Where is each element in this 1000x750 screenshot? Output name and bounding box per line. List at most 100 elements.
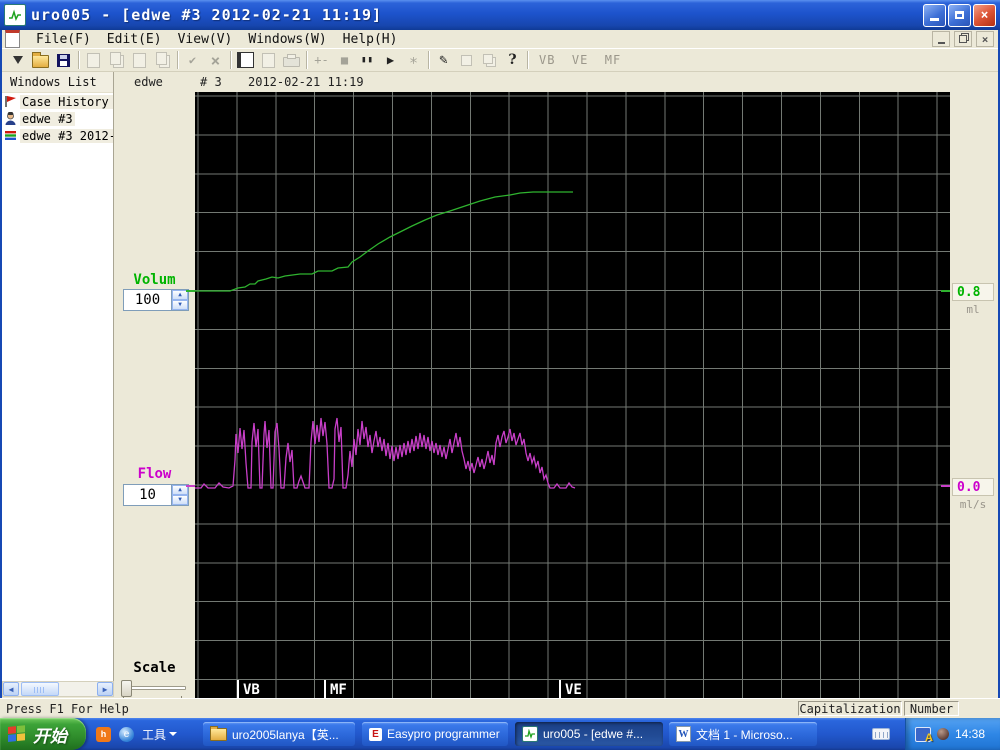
tool-button-1[interactable]: [455, 50, 478, 71]
menu-edit[interactable]: Edit(E): [99, 30, 170, 48]
hao-icon[interactable]: h: [96, 726, 111, 742]
marker-group-labels[interactable]: VB VE MF: [531, 53, 621, 67]
volume-speaker-icon[interactable]: [937, 728, 949, 740]
new-page-icon: [87, 52, 100, 68]
report-button[interactable]: [234, 50, 257, 71]
taskbar-task-folder[interactable]: uro2005lanya【英...: [203, 722, 355, 746]
title-bar: uro005 - [edwe #3 2012-02-21 11:19] ×: [0, 0, 1000, 30]
auto-button[interactable]: ∗: [402, 50, 425, 71]
play-button[interactable]: ▶: [379, 50, 402, 71]
menu-view[interactable]: View(V): [170, 30, 241, 48]
menu-windows[interactable]: Windows(W): [240, 30, 334, 48]
caps-lock-panel: Capitalization: [798, 701, 902, 716]
paste-button[interactable]: [128, 50, 151, 71]
marker-tool-button[interactable]: [6, 50, 29, 71]
close-button[interactable]: ×: [973, 3, 996, 27]
window-title: uro005 - [edwe #3 2012-02-21 11:19]: [31, 6, 383, 24]
mdi-close-icon: ×: [981, 32, 989, 46]
uro005-window: uro005 - [edwe #3 2012-02-21 11:19] × Fi…: [0, 0, 1000, 750]
svg-text:MF: MF: [330, 682, 347, 698]
mdi-close-button[interactable]: ×: [976, 31, 994, 47]
app-icon: [4, 4, 26, 26]
sidebar-item-case-history[interactable]: Case History Da: [2, 93, 113, 110]
tools-label: 工具: [142, 727, 167, 742]
easypro-icon: E: [369, 727, 382, 741]
volume-unit: ml: [966, 303, 980, 316]
flow-scale-value[interactable]: 10: [124, 485, 171, 505]
mdi-minimize-button[interactable]: [932, 31, 950, 47]
scale-slider-thumb[interactable]: [121, 680, 132, 697]
spin-down-button[interactable]: ▼: [172, 300, 188, 310]
duplicate-icon: [155, 52, 167, 65]
pause-button[interactable]: ▮▮: [356, 50, 379, 71]
scale-label: Scale: [133, 660, 176, 676]
open-button[interactable]: [29, 50, 52, 71]
volume-scale-value[interactable]: 100: [124, 290, 171, 310]
windows-list-panel: Windows List Case History Da edwe #3 edw…: [2, 72, 114, 681]
flow-unit: ml/s: [959, 498, 987, 511]
toolbar-separator: [428, 51, 429, 69]
taskbar-task-word[interactable]: W 文档 1 - Microso...: [669, 722, 817, 746]
document-icon: [5, 30, 20, 48]
taskbar: 开始 h e 工具 uro2005lanya【英... E Easypro pr…: [0, 718, 1000, 750]
browser-icon[interactable]: e: [119, 726, 134, 742]
start-label: 开始: [33, 726, 67, 746]
minimize-icon: [930, 18, 939, 21]
svg-text:VB: VB: [243, 682, 260, 698]
edit-record-button[interactable]: ✔: [181, 50, 204, 71]
flow-label: Flow: [137, 466, 172, 482]
flow-scale-spinner[interactable]: 10 ▲ ▼: [123, 484, 189, 506]
chevron-down-icon: [169, 732, 178, 736]
scroll-right-button[interactable]: ▶: [97, 682, 113, 696]
sidebar-item-patient[interactable]: edwe #3: [2, 110, 113, 127]
person-icon: [5, 112, 16, 125]
arrow-up-icon: ▲: [178, 486, 182, 493]
tools-menu[interactable]: 工具: [142, 726, 178, 743]
volume-scale-spinner[interactable]: 100 ▲ ▼: [123, 289, 189, 311]
arrow-right-icon: ▶: [102, 684, 108, 694]
annotate-button[interactable]: ✎: [432, 50, 455, 71]
chart-canvas: VB MF VE: [195, 92, 950, 698]
open-folder-icon: [32, 52, 49, 68]
spin-down-button[interactable]: ▼: [172, 495, 188, 505]
status-help-text: Press F1 For Help: [6, 702, 129, 716]
menu-help[interactable]: Help(H): [335, 30, 406, 48]
notebook-icon: [237, 52, 254, 68]
language-indicator-icon[interactable]: A: [915, 726, 933, 743]
input-method-keyboard-icon[interactable]: [872, 728, 890, 740]
folder-icon: [210, 725, 227, 741]
maximize-icon: [955, 11, 964, 19]
task-label: 文档 1 - Microso...: [696, 727, 793, 742]
delete-button[interactable]: ×: [204, 50, 227, 71]
taskbar-task-uro005[interactable]: uro005 - [edwe #...: [515, 722, 663, 746]
toolbar-separator: [177, 51, 178, 69]
system-tray: A 14:38: [905, 718, 1000, 750]
uro005-app-icon: [522, 726, 538, 742]
new-button[interactable]: [82, 50, 105, 71]
clock[interactable]: 14:38: [955, 727, 985, 741]
scrollbar-thumb[interactable]: [21, 682, 59, 696]
flag-icon: [5, 96, 16, 107]
scroll-left-button[interactable]: ◀: [3, 682, 19, 696]
mdi-restore-button[interactable]: [954, 31, 972, 47]
taskbar-task-easypro[interactable]: E Easypro programmer: [362, 722, 508, 746]
help-button[interactable]: ?: [501, 50, 524, 71]
zero-adjust-button[interactable]: +-: [310, 50, 333, 71]
sidebar-item-study[interactable]: edwe #3 2012-02: [2, 127, 113, 144]
report-icon: [5, 131, 16, 140]
print-preview-button[interactable]: [257, 50, 280, 71]
toolbar-separator: [527, 51, 528, 69]
stop-button[interactable]: ■: [333, 50, 356, 71]
maximize-button[interactable]: [948, 3, 971, 27]
tool-button-2[interactable]: [478, 50, 501, 71]
copy-button[interactable]: [105, 50, 128, 71]
save-button[interactable]: [52, 50, 75, 71]
menu-file[interactable]: File(F): [28, 30, 99, 48]
volume-readout: 0.8: [952, 283, 994, 301]
mdi-minimize-icon: [937, 41, 945, 44]
sidebar-horizontal-scrollbar[interactable]: ◀ ▶: [2, 681, 114, 697]
duplicate-button[interactable]: [151, 50, 174, 71]
print-button[interactable]: [280, 50, 303, 71]
minimize-button[interactable]: [923, 3, 946, 27]
start-button[interactable]: 开始: [0, 718, 86, 750]
